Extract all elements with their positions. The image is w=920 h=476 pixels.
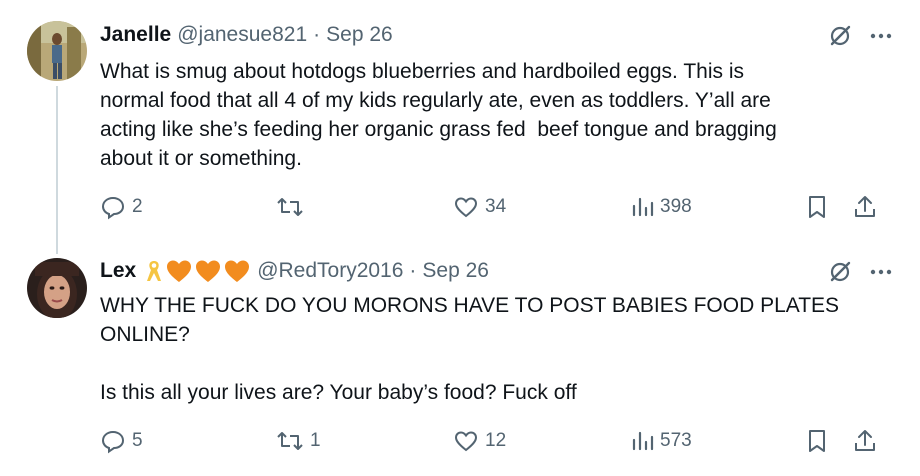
like-count: 34 xyxy=(485,196,507,217)
bookmark-button[interactable] xyxy=(806,192,828,222)
timestamp[interactable]: Sep 26 xyxy=(326,23,393,47)
yellow-ribbon-icon xyxy=(147,261,162,281)
heart-icon xyxy=(454,431,478,452)
views-button[interactable]: 398 xyxy=(630,192,692,222)
orange-heart-icon xyxy=(167,260,192,282)
share-icon xyxy=(855,196,875,217)
tweet-top-icons xyxy=(828,24,892,48)
reply-button[interactable]: 5 xyxy=(100,426,143,456)
retweet-button[interactable]: 1 xyxy=(276,426,321,456)
grok-icon[interactable] xyxy=(828,260,852,284)
name-emojis xyxy=(144,258,251,284)
separator: · xyxy=(409,259,417,282)
tweet-text: What is smug about hotdogs blueberries a… xyxy=(100,60,777,170)
reply-button[interactable]: 2 xyxy=(100,192,143,222)
tweet-header: Janelle @janesue821 · Sep 26 xyxy=(100,22,393,48)
bookmark-icon xyxy=(809,196,825,218)
bookmark-icon xyxy=(809,430,825,452)
orange-heart-icon xyxy=(196,260,221,282)
handle[interactable]: @janesue821 xyxy=(177,23,307,47)
reply-icon xyxy=(101,430,125,454)
timestamp[interactable]: Sep 26 xyxy=(422,259,489,283)
views-icon xyxy=(632,431,654,451)
like-count: 12 xyxy=(485,430,507,451)
avatar[interactable] xyxy=(27,258,87,318)
action-bar: 5 1 12 573 xyxy=(100,426,890,456)
orange-heart-icon xyxy=(225,260,250,282)
handle[interactable]: @RedTory2016 xyxy=(257,259,403,283)
retweet-icon xyxy=(277,198,303,216)
bookmark-button[interactable] xyxy=(806,426,828,456)
tweet-janelle[interactable]: Janelle @janesue821 · Sep 26 What is smu… xyxy=(0,0,920,254)
retweet-icon xyxy=(277,432,303,450)
more-icon[interactable] xyxy=(870,269,892,275)
like-button[interactable]: 12 xyxy=(453,426,506,456)
share-button[interactable] xyxy=(852,426,878,456)
share-icon xyxy=(855,430,875,451)
retweet-count: 1 xyxy=(310,430,321,451)
tweet-lex[interactable]: Lex @RedTory2016 · Sep 26 WHY THE FUCK D… xyxy=(0,236,920,476)
action-bar: 2 34 398 xyxy=(100,192,890,222)
display-name[interactable]: Lex xyxy=(100,259,136,283)
avatar[interactable] xyxy=(27,21,87,81)
views-icon xyxy=(632,197,654,217)
separator: · xyxy=(313,23,321,46)
more-icon[interactable] xyxy=(870,33,892,39)
views-button[interactable]: 573 xyxy=(630,426,692,456)
retweet-button[interactable] xyxy=(276,192,310,222)
tweet-header: Lex @RedTory2016 · Sep 26 xyxy=(100,258,489,284)
grok-icon[interactable] xyxy=(828,24,852,48)
display-name[interactable]: Janelle xyxy=(100,23,171,47)
like-button[interactable]: 34 xyxy=(453,192,506,222)
share-button[interactable] xyxy=(852,192,878,222)
reply-count: 2 xyxy=(132,196,143,217)
reply-count: 5 xyxy=(132,430,143,451)
tweet-text: WHY THE FUCK DO YOU MORONS HAVE TO POST … xyxy=(100,294,840,404)
reply-icon xyxy=(101,196,125,220)
thread-line xyxy=(56,86,58,254)
tweet-top-icons xyxy=(828,260,892,284)
views-count: 573 xyxy=(660,430,692,451)
views-count: 398 xyxy=(660,196,692,217)
heart-icon xyxy=(454,197,478,218)
